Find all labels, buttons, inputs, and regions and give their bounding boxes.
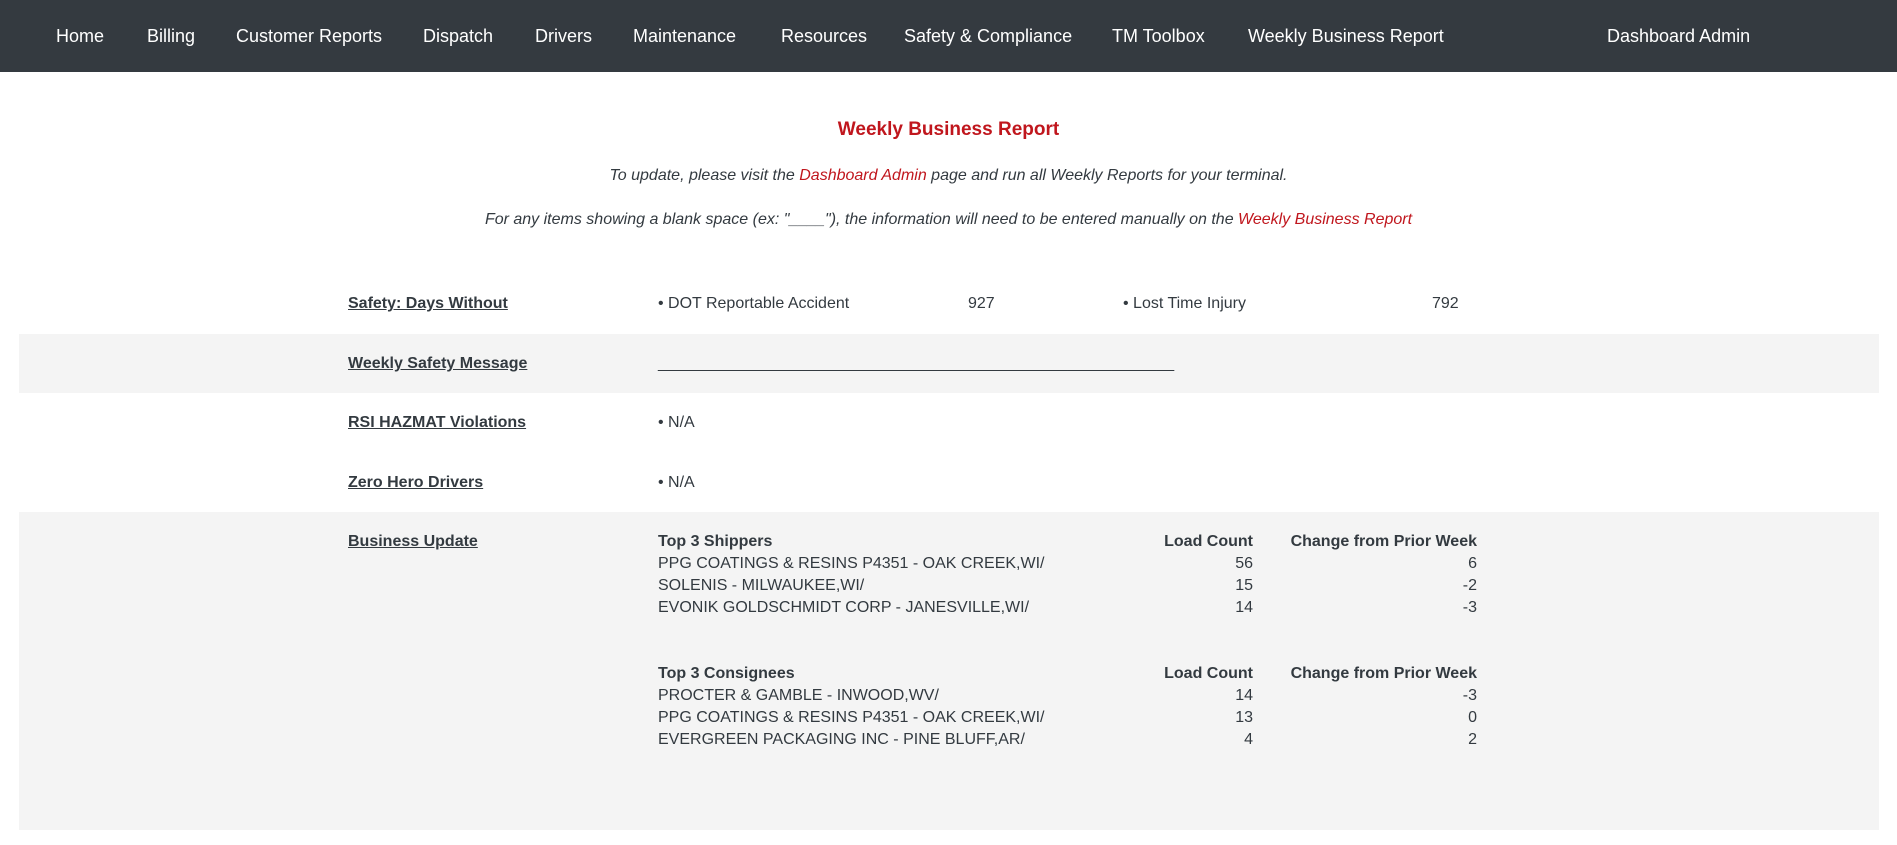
nav-maintenance[interactable]: Maintenance [633,24,736,48]
dot-accident-value: 927 [968,295,995,312]
nav-weekly-business-report[interactable]: Weekly Business Report [1248,24,1444,48]
shippers-load-count-header: Load Count [1164,533,1253,550]
consignee-row-2-change: 0 [1468,709,1477,726]
shipper-row-1-count: 56 [1235,555,1253,572]
shipper-row-2-count: 15 [1235,577,1253,594]
page-title: Weekly Business Report [837,119,1060,140]
nav-safety-compliance[interactable]: Safety & Compliance [904,24,1072,48]
note2-text-pre: For any items showing a blank space (ex:… [484,211,1239,228]
shipper-row-1-change: 6 [1468,555,1477,572]
shipper-row-2-name: SOLENIS - MILWAUKEE,WI/ [658,577,865,594]
shipper-row-3-name: EVONIK GOLDSCHMIDT CORP - JANESVILLE,WI/ [658,599,1030,616]
shipper-row-2-change: -2 [1462,577,1477,594]
page-header: Weekly Business Report [0,118,1897,142]
weekly-safety-message-blank: ________________________________________… [658,355,1175,372]
zero-hero-drivers-value: • N/A [658,474,695,491]
nav-dispatch[interactable]: Dispatch [423,24,493,48]
shipper-row-1-name: PPG COATINGS & RESINS P4351 - OAK CREEK,… [658,555,1045,572]
dashboard-admin-link[interactable]: Dashboard Admin [799,167,926,184]
consignee-row-1-change: -3 [1462,687,1477,704]
lost-time-injury-value: 792 [1432,295,1459,312]
hazmat-violations-label: RSI HAZMAT Violations [348,414,527,431]
nav-resources[interactable]: Resources [781,24,867,48]
nav-dashboard-admin[interactable]: Dashboard Admin [1607,24,1750,48]
update-instructions: To update, please visit the Dashboard Ad… [0,166,1897,186]
top-consignees-heading: Top 3 Consignees [658,665,795,682]
consignee-row-1-name: PROCTER & GAMBLE - INWOOD,WV/ [658,687,939,704]
consignee-row-3-change: 2 [1468,731,1477,748]
nav-billing[interactable]: Billing [147,24,195,48]
nav-drivers[interactable]: Drivers [535,24,592,48]
note1-text-post: page and run all Weekly Reports for your… [926,167,1288,184]
top-shippers-heading: Top 3 Shippers [658,533,773,550]
top-navbar: Home Billing Customer Reports Dispatch D… [0,0,1897,72]
business-update-label: Business Update [348,533,478,550]
nav-home[interactable]: Home [56,24,104,48]
shippers-change-header: Change from Prior Week [1290,533,1477,550]
consignee-row-3-name: EVERGREEN PACKAGING INC - PINE BLUFF,AR/ [658,731,1025,748]
consignee-row-3-count: 4 [1244,731,1253,748]
weekly-safety-message-label: Weekly Safety Message [348,355,528,372]
hazmat-violations-value: • N/A [658,414,695,431]
blank-space-instructions: For any items showing a blank space (ex:… [0,210,1897,230]
nav-tm-toolbox[interactable]: TM Toolbox [1112,24,1205,48]
consignees-change-header: Change from Prior Week [1290,665,1477,682]
note1-text-pre: To update, please visit the [609,167,800,184]
nav-customer-reports[interactable]: Customer Reports [236,24,382,48]
consignees-load-count-header: Load Count [1164,665,1253,682]
consignee-row-2-name: PPG COATINGS & RESINS P4351 - OAK CREEK,… [658,709,1045,726]
shipper-row-3-change: -3 [1462,599,1477,616]
dot-accident-label: • DOT Reportable Accident [658,295,850,312]
consignee-row-2-count: 13 [1235,709,1253,726]
consignee-row-1-count: 14 [1235,687,1253,704]
zero-hero-drivers-label: Zero Hero Drivers [348,474,484,491]
safety-days-without-label: Safety: Days Without [348,295,508,312]
weekly-business-report-link[interactable]: Weekly Business Report [1238,211,1412,228]
shipper-row-3-count: 14 [1235,599,1253,616]
lost-time-injury-label: • Lost Time Injury [1123,295,1246,312]
